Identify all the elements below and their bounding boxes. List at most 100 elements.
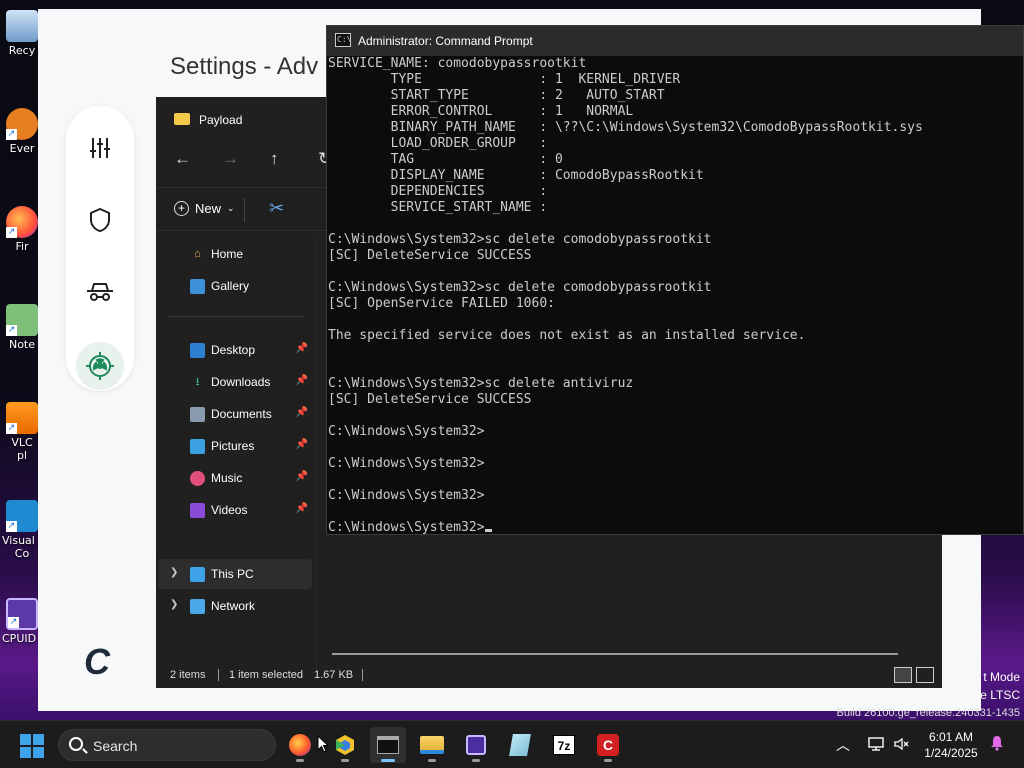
cmd-line: BINARY_PATH_NAME : \??\C:\Windows\System… <box>328 120 923 135</box>
search-input[interactable] <box>93 736 263 756</box>
pin-icon[interactable]: 📌 <box>296 471 308 482</box>
desktop-icon-label: VLC <box>11 436 33 449</box>
network-icon <box>190 598 205 614</box>
cmd-titlebar[interactable]: C:\ Administrator: Command Prompt <box>327 26 1023 56</box>
cmd-line: START_TYPE : 2 AUTO_START <box>328 88 665 103</box>
nav-item-desktop[interactable]: Desktop 📌 <box>158 335 312 365</box>
chevron-right-icon[interactable]: ❯ <box>170 567 178 578</box>
desktop-icon-label: Ever <box>9 142 35 155</box>
pane-splitter[interactable] <box>316 239 317 669</box>
chevron-right-icon[interactable]: ❯ <box>170 599 178 610</box>
nav-item-label: This PC <box>211 567 254 581</box>
tray-overflow-chevron-icon[interactable]: ︿ <box>836 735 850 755</box>
speaker-muted-icon[interactable] <box>893 736 909 752</box>
desktop-icon-label: CPUID C <box>2 632 42 645</box>
spy-hat-icon[interactable] <box>80 272 120 312</box>
nav-item-music[interactable]: Music 📌 <box>158 463 312 493</box>
desktop-icon-label: Recy <box>8 44 36 57</box>
nav-item-documents[interactable]: Documents 📌 <box>158 399 312 429</box>
nav-item-label: Gallery <box>211 279 250 293</box>
taskbar-search[interactable] <box>58 729 276 761</box>
horizontal-scrollbar[interactable] <box>332 653 898 655</box>
taskbar-notepad[interactable] <box>502 727 538 763</box>
nav-item-label: Home <box>211 247 244 261</box>
pictures-icon <box>190 438 205 454</box>
running-indicator <box>296 759 304 762</box>
taskbar-7zip[interactable]: 7z <box>546 727 582 763</box>
pin-icon[interactable]: 📌 <box>296 343 308 354</box>
cmd-line <box>328 360 1018 376</box>
cmd-line: SERVICE_NAME: comodobypassrootkit <box>328 56 587 71</box>
taskbar-cpuid[interactable] <box>458 727 494 763</box>
desktop-icon-everything[interactable]: ↗ Ever <box>2 108 42 155</box>
nav-item-home[interactable]: ⌂ Home <box>158 239 312 269</box>
chevron-down-icon: ⌄ <box>227 203 235 213</box>
desktop-icon-vlc[interactable]: ↗ VLC pl <box>2 402 42 462</box>
nav-item-label: Pictures <box>211 439 255 453</box>
nav-item-this-pc[interactable]: ❯ This PC <box>158 559 312 589</box>
cmd-line <box>328 216 1018 232</box>
taskbar: 7z C ︿ 6:01 AM 1/24/2025 <box>0 720 1024 768</box>
notification-bell-icon[interactable] <box>990 735 1004 751</box>
cmd-line: C:\Windows\System32>sc delete comodobypa… <box>328 232 712 247</box>
cmd-line <box>328 472 1018 488</box>
sliders-icon[interactable] <box>80 128 120 168</box>
taskbar-chromium[interactable] <box>327 727 363 763</box>
cut-icon[interactable]: ✂ <box>269 198 284 219</box>
cmd-line: C:\Windows\System32>sc delete antiviruz <box>328 376 634 391</box>
search-icon <box>69 737 83 751</box>
cpuid-icon: ↗ <box>6 598 38 630</box>
new-button[interactable]: + New ⌄ <box>174 201 235 216</box>
clock-time: 6:01 AM <box>928 730 974 744</box>
desktop-icon-firefox[interactable]: ↗ Fir <box>2 206 42 253</box>
taskbar-comodo[interactable]: C <box>590 727 626 763</box>
vscode-icon: ↗ <box>6 500 38 532</box>
taskbar-terminal[interactable] <box>370 727 406 763</box>
forward-arrow-icon[interactable]: → <box>222 149 239 169</box>
cmd-line <box>328 504 1018 520</box>
taskbar-file-explorer[interactable] <box>414 727 450 763</box>
radiation-target-icon[interactable] <box>76 342 124 390</box>
watermark-line: t Mode <box>983 670 1020 684</box>
desktop-icon-recycle-bin[interactable]: Recy <box>2 10 42 57</box>
cmd-line: C:\Windows\System32> <box>328 520 1018 536</box>
windows-start-icon[interactable] <box>20 734 44 758</box>
explorer-status-bar: 2 items 1 item selected 1.67 KB <box>156 663 942 688</box>
nav-item-downloads[interactable]: ⭳ Downloads 📌 <box>158 367 312 397</box>
gallery-icon <box>190 278 205 294</box>
up-arrow-icon[interactable]: ↑ <box>270 149 279 169</box>
nav-item-videos[interactable]: Videos 📌 <box>158 495 312 525</box>
pin-icon[interactable]: 📌 <box>296 503 308 514</box>
taskbar-clock[interactable]: 6:01 AM 1/24/2025 <box>916 729 986 761</box>
network-wired-icon[interactable] <box>868 736 884 752</box>
desktop-icon-vscode[interactable]: ↗ Visual S Co <box>2 500 42 560</box>
nav-item-label: Desktop <box>211 343 256 357</box>
nav-item-pictures[interactable]: Pictures 📌 <box>158 431 312 461</box>
cmd-output[interactable]: SERVICE_NAME: comodobypassrootkit TYPE :… <box>328 56 1018 536</box>
nav-item-label: Videos <box>211 503 248 517</box>
folder-icon <box>420 736 444 754</box>
desktop-folder-icon <box>190 342 205 358</box>
nav-item-network[interactable]: ❯ Network <box>158 591 312 621</box>
desktop-icon-label: pl <box>16 449 28 462</box>
shield-icon[interactable] <box>80 200 120 240</box>
mouse-pointer-icon <box>317 735 329 753</box>
pin-icon[interactable]: 📌 <box>296 375 308 386</box>
cmd-line: C:\Windows\System32> <box>328 424 485 439</box>
music-icon <box>190 470 205 486</box>
desktop-icon-label: Note <box>8 338 36 351</box>
clock-date: 1/24/2025 <box>924 746 978 760</box>
desktop-icon-cpuid[interactable]: ↗ CPUID C <box>2 598 42 645</box>
desktop-icon-notepad[interactable]: ↗ Note <box>2 304 42 351</box>
back-arrow-icon[interactable]: ← <box>174 149 191 169</box>
pin-icon[interactable]: 📌 <box>296 439 308 450</box>
notepad-icon: ↗ <box>6 304 38 336</box>
cmd-line: ERROR_CONTROL : 1 NORMAL <box>328 104 634 119</box>
cmd-line <box>328 312 1018 328</box>
nav-item-gallery[interactable]: Gallery <box>158 271 312 301</box>
pin-icon[interactable]: 📌 <box>296 407 308 418</box>
vlc-icon: ↗ <box>6 402 38 434</box>
taskbar-firefox[interactable] <box>282 727 318 763</box>
cmd-icon: C:\ <box>335 33 351 47</box>
running-indicator <box>428 759 436 762</box>
